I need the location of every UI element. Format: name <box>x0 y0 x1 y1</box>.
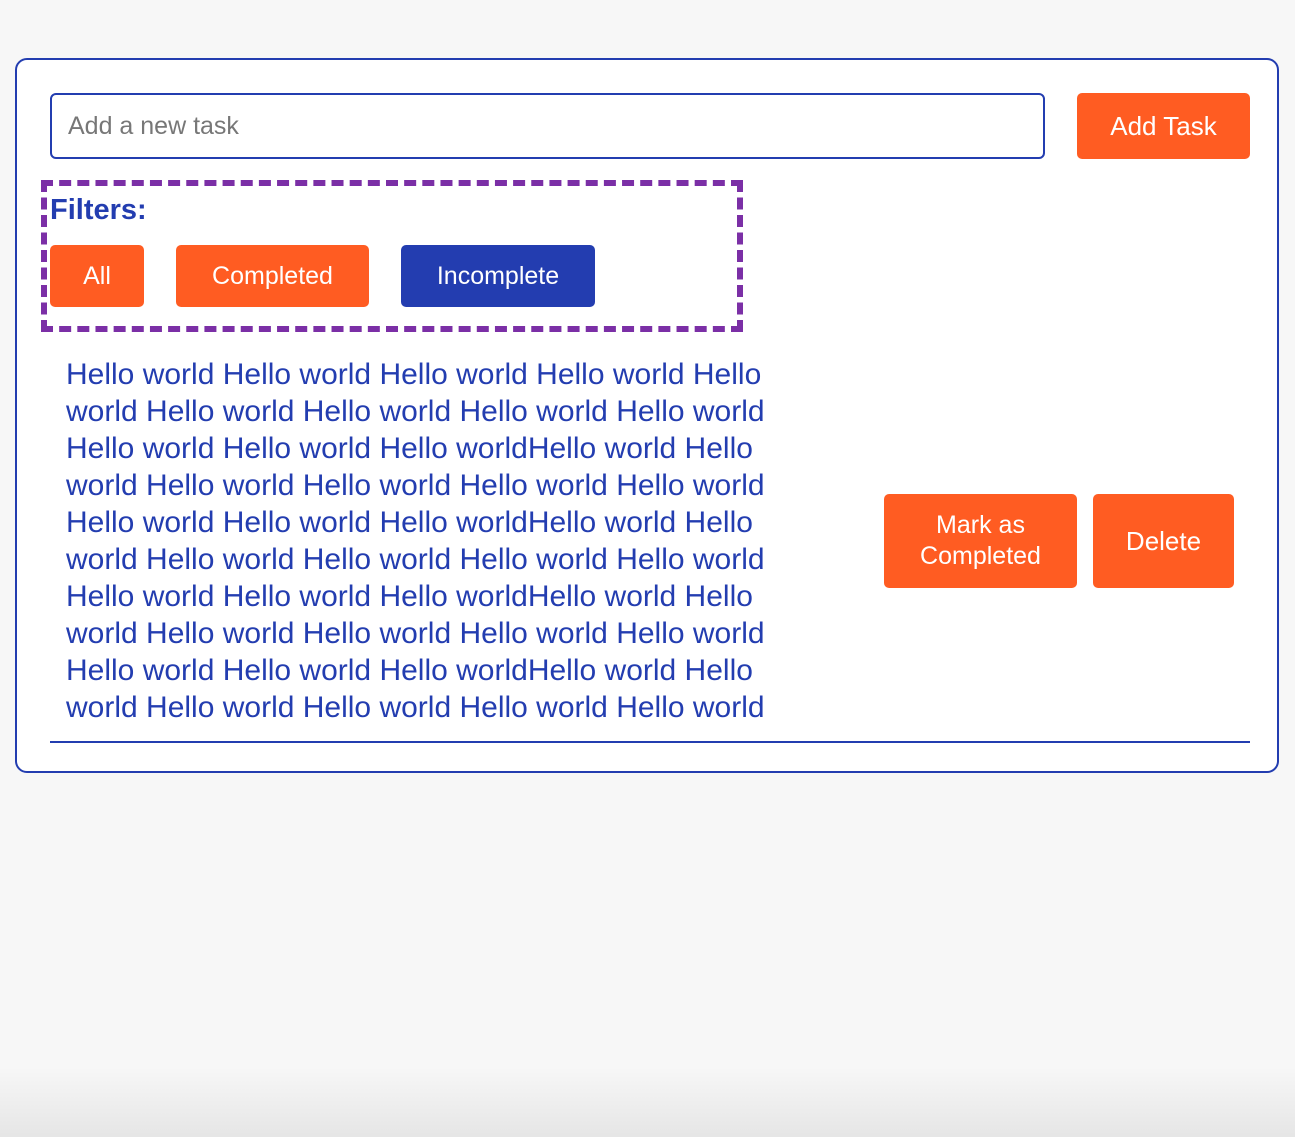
todo-card: Add Task Filters: All Completed Incomple… <box>15 58 1279 773</box>
delete-button[interactable]: Delete <box>1093 494 1234 588</box>
mark-completed-button[interactable]: Mark as Completed <box>884 494 1077 588</box>
bottom-shadow <box>0 1067 1295 1137</box>
task-divider <box>50 741 1250 743</box>
filter-all-button[interactable]: All <box>50 245 144 307</box>
new-task-input[interactable] <box>50 93 1045 159</box>
filter-completed-button[interactable]: Completed <box>176 245 369 307</box>
add-task-button[interactable]: Add Task <box>1077 93 1250 159</box>
filter-incomplete-button[interactable]: Incomplete <box>401 245 595 307</box>
filters-title: Filters: <box>50 194 147 226</box>
task-text: Hello world Hello world Hello world Hell… <box>66 358 765 724</box>
